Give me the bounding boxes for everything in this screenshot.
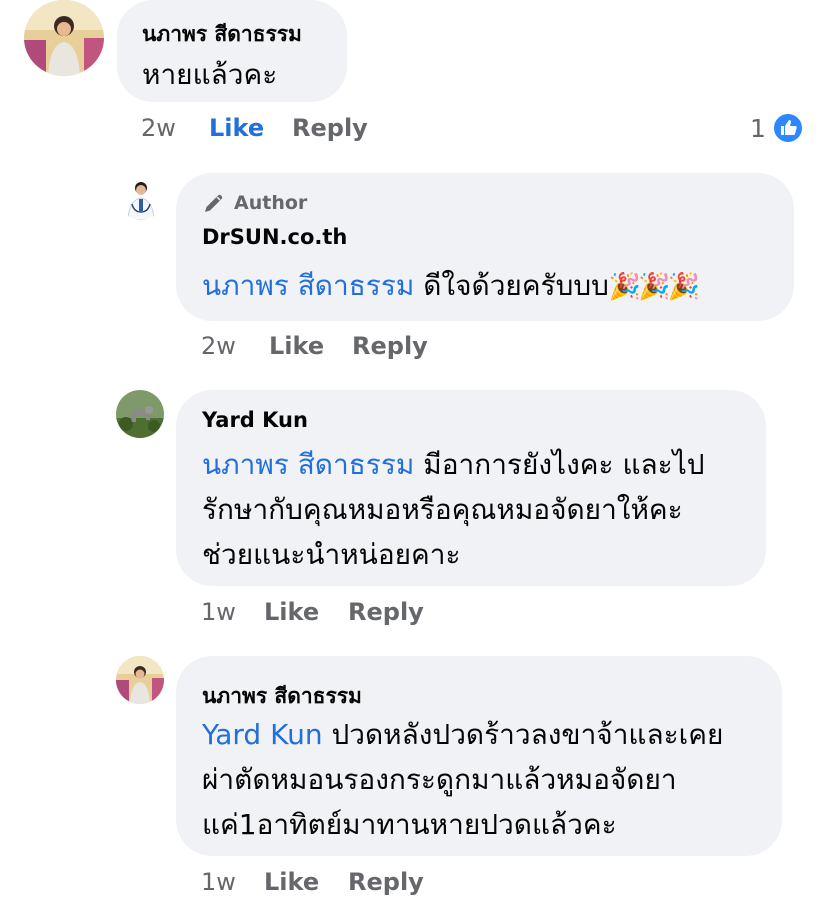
comment-text-line3: ช่วยแนะนำหน่อยคาะ (202, 538, 461, 571)
reaction-count: 1 (750, 113, 766, 143)
comment-bubble: Yard Kun นภาพร สีดาธรรม มีอาการยังไงคะ แ… (176, 390, 766, 586)
comment-text-line3: แค่1อาทิตย์มาทานหายปวดแล้วคะ (202, 808, 617, 841)
like-button[interactable]: Like (264, 598, 319, 626)
reaction-summary[interactable]: 1 (750, 112, 804, 144)
like-reaction-icon (771, 112, 804, 144)
comment-time[interactable]: 2w (141, 114, 176, 142)
comment-author[interactable]: นภาพร สีดาธรรม (142, 18, 302, 51)
comment-actions: 1w Like Reply (201, 598, 601, 628)
reply-button[interactable]: Reply (348, 598, 424, 626)
comment-bubble: นภาพร สีดาธรรม หายแล้วคะ (117, 0, 347, 102)
comment-text-line2: ผ่าตัดหมอนรองกระดูกมาแล้วหมอจัดยา (202, 763, 677, 796)
mention-link[interactable]: Yard Kun (202, 718, 323, 751)
pencil-icon (202, 191, 226, 215)
comment-text-line2: รักษากับคุณหมอหรือคุณหมอจัดยาให้คะ (202, 493, 683, 526)
comment-actions: 2w Like Reply (201, 332, 601, 362)
mention-link[interactable]: นภาพร สีดาธรรม (202, 269, 414, 302)
comment-author[interactable]: นภาพร สีดาธรรม (202, 680, 362, 713)
reply-button[interactable]: Reply (352, 332, 428, 360)
comment-text: หายแล้วคะ (142, 58, 278, 91)
comment-author[interactable]: Yard Kun (202, 408, 308, 432)
author-badge: Author (202, 191, 307, 215)
like-button[interactable]: Like (269, 332, 324, 360)
avatar[interactable] (118, 174, 164, 220)
like-button[interactable]: Like (209, 114, 264, 142)
comment-actions: 2w Like Reply (141, 114, 801, 144)
comment-time[interactable]: 1w (201, 598, 236, 626)
mention-link[interactable]: นภาพร สีดาธรรม (202, 448, 414, 481)
party-popper-emoji: 🎉🎉🎉 (608, 272, 700, 302)
like-button[interactable]: Like (264, 868, 319, 896)
comment-actions: 1w Like Reply (201, 868, 601, 898)
comment-text-line1: มีอาการยังไงคะ และไป (414, 448, 705, 481)
comment-time[interactable]: 2w (201, 332, 236, 360)
comment-text-line1: ปวดหลังปวดร้าวลงขาจ้าและเคย (322, 718, 724, 751)
avatar[interactable] (24, 0, 104, 76)
avatar[interactable] (116, 390, 164, 438)
reply-button[interactable]: Reply (292, 114, 368, 142)
comment-bubble: นภาพร สีดาธรรม Yard Kun ปวดหลังปวดร้าวลง… (176, 656, 782, 856)
comment-text: Yard Kun ปวดหลังปวดร้าวลงขาจ้าและเคย (202, 712, 723, 758)
comment-author[interactable]: DrSUN.co.th (202, 225, 347, 249)
comment-text: นภาพร สีดาธรรม มีอาการยังไงคะ และไป (202, 442, 705, 488)
avatar[interactable] (116, 656, 164, 704)
author-badge-label: Author (234, 192, 308, 214)
comment-text: นภาพร สีดาธรรม ดีใจด้วยครับบบ🎉🎉🎉 (202, 263, 700, 310)
comment-text-body: ดีใจด้วยครับบบ (414, 269, 609, 302)
comment-time[interactable]: 1w (201, 868, 236, 896)
comment-bubble: Author DrSUN.co.th นภาพร สีดาธรรม ดีใจด้… (176, 173, 794, 321)
reply-button[interactable]: Reply (348, 868, 424, 896)
